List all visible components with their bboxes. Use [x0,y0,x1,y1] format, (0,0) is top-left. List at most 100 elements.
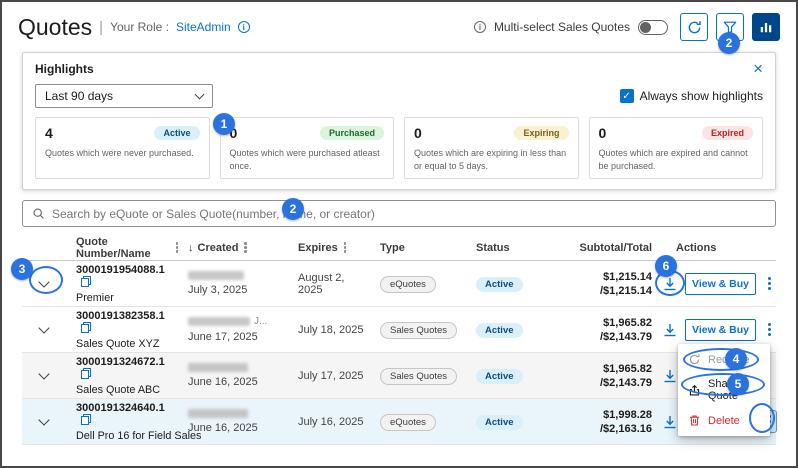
card-description: Quotes which were never purchased. [45,147,200,171]
expires-column-label: Expires [298,242,338,254]
quote-name: Premier [76,292,178,304]
menu-item-label: Delete [708,415,740,427]
expand-row-icon[interactable] [38,323,49,334]
copy-icon[interactable] [81,322,91,333]
trash-icon [688,414,701,427]
card-expiring: 0Expiring Quotes which are expiring in l… [404,117,579,179]
annotation-badge-3: 3 [11,258,33,280]
purchased-badge: Purchased [320,126,384,140]
search-icon [32,207,45,220]
card-description: Quotes which were purchased atleast once… [230,147,385,172]
highlights-header: Highlights × [35,61,763,77]
highlights-panel: Highlights × Last 90 days ✓ Always show … [22,52,776,190]
annotation-ellipse-expand [29,266,63,294]
quote-number: 3000191954088.1 [76,264,165,276]
annotation-badge-2-filter: 2 [718,32,740,54]
annotation-badge-4: 4 [725,348,747,370]
annotation-badge-1: 1 [213,113,235,135]
search-input[interactable] [52,207,766,221]
annotation-ellipse-row-menu [749,403,775,433]
download-icon[interactable] [662,414,678,430]
card-count: 4 [45,125,53,141]
expand-row-icon[interactable] [38,415,49,426]
highlights-title: Highlights [35,62,94,76]
search-bar [22,200,776,227]
role-info-icon[interactable]: i [238,21,250,33]
redacted-creator [188,363,248,372]
multiselect-toggle[interactable] [638,20,668,35]
multiselect-label: Multi-select Sales Quotes [494,20,630,34]
quote-name: Dell Pro 16 for Field Sales [76,430,178,442]
quote-name: Sales Quote XYZ [76,338,178,350]
view-buy-button[interactable]: View & Buy [685,319,756,341]
close-highlights-icon[interactable]: × [753,62,763,76]
quote-column-label: Quote Number/Name [76,236,170,260]
card-description: Quotes which are expiring in less than o… [414,147,569,172]
status-badge: Active [476,415,523,430]
created-date: July 3, 2025 [188,284,288,296]
active-badge: Active [154,126,199,140]
refresh-icon [687,20,702,35]
creator-hint: J... [254,316,267,327]
expires-date: July 17, 2025 [298,370,363,382]
expires-date: July 18, 2025 [298,324,363,336]
subtotal-column-header: Subtotal/Total [570,242,662,254]
expires-date: July 16, 2025 [298,416,363,428]
created-date: June 16, 2025 [188,422,288,434]
copy-icon[interactable] [81,414,91,425]
expires-column-header: Expires [288,242,370,254]
table-row: 3000191382358.1 Sales Quote XYZ J... Jun… [22,307,776,353]
total-value: /$2,163.16 [580,423,652,435]
title-group: Quotes | Your Role : SiteAdmin i [18,14,250,41]
copy-icon[interactable] [81,276,91,287]
chevron-down-icon [195,89,205,99]
card-purchased: 0Purchased Quotes which were purchased a… [220,117,395,179]
quote-number: 3000191324640.1 [76,402,165,414]
title-divider: | [99,19,103,36]
chart-view-button[interactable] [752,13,780,41]
always-show-highlights-checkbox[interactable]: ✓ Always show highlights [620,89,763,103]
status-column-header: Status [466,242,570,254]
column-menu-icon[interactable] [344,242,347,253]
highlights-controls: Last 90 days ✓ Always show highlights [35,84,763,108]
view-buy-button[interactable]: View & Buy [685,273,756,295]
download-icon[interactable] [662,368,678,384]
column-menu-icon[interactable] [244,242,247,253]
subtotal-value: $1,998.28 [580,409,652,421]
type-badge: eQuotes [380,276,436,293]
row-menu-icon[interactable] [763,319,776,340]
quote-column-header: Quote Number/Name [66,236,178,260]
refresh-button[interactable] [680,13,708,41]
copy-icon[interactable] [81,368,91,379]
date-range-value: Last 90 days [45,89,113,103]
table-row: 3000191324672.1 Sales Quote ABC June 16,… [22,353,776,399]
quote-number: 3000191382358.1 [76,310,165,322]
type-badge: Sales Quotes [380,368,457,385]
expires-date: August 2, 2025 [298,272,344,296]
download-icon[interactable] [662,322,678,338]
subtotal-value: $1,215.14 [580,271,652,283]
created-column-label: Created [198,242,239,254]
annotation-badge-6: 6 [655,255,677,277]
status-badge: Active [476,323,523,338]
created-column-header: ↓ Created [178,242,288,254]
card-description: Quotes which are expired and cannot be p… [599,147,754,172]
created-date: June 17, 2025 [188,331,288,343]
annotation-badge-5: 5 [727,373,749,395]
card-count: 0 [599,125,607,141]
quote-number: 3000191324672.1 [76,356,165,368]
always-show-highlights-label: Always show highlights [640,89,763,103]
type-column-header: Type [370,242,466,254]
checkbox-checked-icon[interactable]: ✓ [620,89,634,103]
subtotal-value: $1,965.82 [580,363,652,375]
expand-row-icon[interactable] [38,369,49,380]
highlight-cards: 4 Active Quotes which were never purchase… [35,117,763,179]
type-badge: Sales Quotes [380,322,457,339]
sort-descending-icon[interactable]: ↓ [188,242,194,254]
redacted-creator [188,409,248,418]
role-value-link[interactable]: SiteAdmin [176,20,231,34]
date-range-select[interactable]: Last 90 days [35,84,213,108]
multiselect-info-icon[interactable]: i [474,21,486,33]
redacted-creator [188,271,244,280]
row-menu-icon[interactable] [763,273,776,294]
